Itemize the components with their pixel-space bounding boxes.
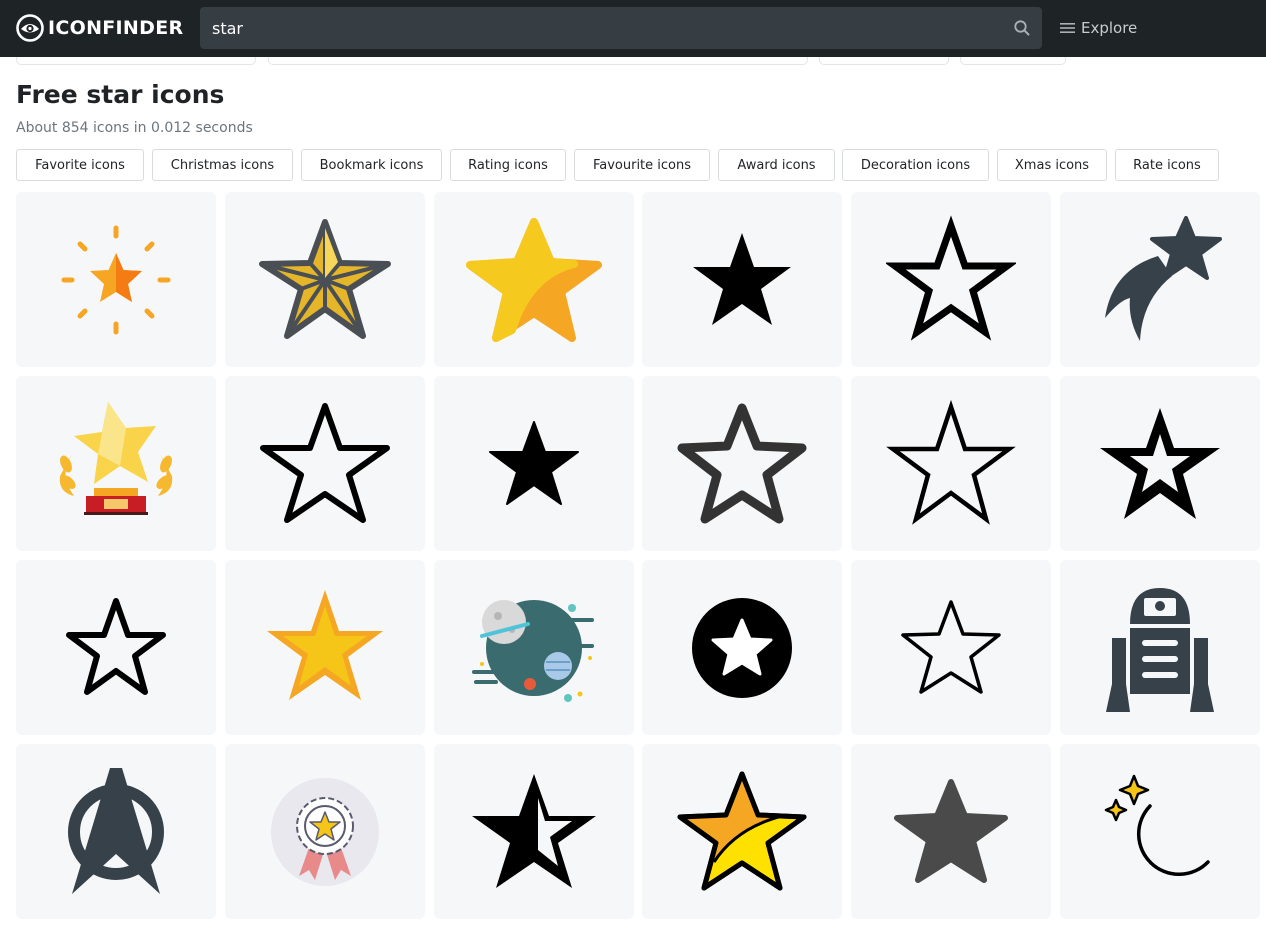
moon-and-stars-icon: [1104, 774, 1210, 876]
collapsed-filter-tab: [960, 57, 1066, 65]
icon-tile[interactable]: [642, 744, 842, 919]
icon-tile[interactable]: [642, 192, 842, 367]
double-outline-star-icon: [1100, 407, 1220, 519]
space-planets-icon: [472, 599, 594, 702]
icon-tile[interactable]: [1060, 192, 1260, 367]
icon-tile[interactable]: [225, 560, 425, 735]
tag-favorite-icons[interactable]: Favorite icons: [16, 149, 144, 181]
search-input[interactable]: [200, 7, 990, 49]
glossy-yellow-star-icon: [466, 217, 602, 342]
tag-rate-icons[interactable]: Rate icons: [1115, 149, 1219, 181]
iconfinder-logo[interactable]: ICONFINDER: [16, 13, 183, 43]
search-icon[interactable]: [1012, 18, 1032, 38]
tag-favourite-icons[interactable]: Favourite icons: [574, 149, 710, 181]
icon-tile[interactable]: [434, 192, 634, 367]
explore-label: Explore: [1081, 19, 1138, 37]
robot-droid-icon: [1106, 587, 1214, 712]
outline-star-icon: [886, 214, 1016, 341]
tag-xmas-icons[interactable]: Xmas icons: [997, 149, 1107, 181]
explore-menu-button[interactable]: Explore: [1060, 17, 1137, 39]
icon-tile[interactable]: [16, 376, 216, 551]
outline-star-icon: [886, 399, 1016, 525]
thin-outline-star-icon: [901, 599, 1001, 694]
icon-tile[interactable]: [851, 560, 1051, 735]
collapsed-filter-tab: [819, 57, 949, 65]
icon-tile[interactable]: [16, 560, 216, 735]
icon-tile[interactable]: [16, 744, 216, 919]
icon-tile[interactable]: [851, 376, 1051, 551]
tag-decoration-icons[interactable]: Decoration icons: [842, 149, 989, 181]
starfleet-badge-icon: [68, 767, 164, 894]
rounded-outline-star-icon: [677, 403, 807, 523]
gold-star-icon: [267, 589, 383, 700]
star-in-circle-icon: [692, 597, 792, 698]
tag-bookmark-icons[interactable]: Bookmark icons: [301, 149, 442, 181]
top-navigation-bar: ICONFINDER Explore: [0, 0, 1266, 57]
tag-christmas-icons[interactable]: Christmas icons: [152, 149, 293, 181]
icon-tile[interactable]: [434, 376, 634, 551]
sparkling-star-icon: [61, 225, 171, 334]
icon-tile[interactable]: [1060, 376, 1260, 551]
icon-tile[interactable]: [434, 744, 634, 919]
half-star-icon: [472, 773, 596, 888]
icon-tile[interactable]: [434, 560, 634, 735]
icon-tile[interactable]: [16, 192, 216, 367]
tag-rating-icons[interactable]: Rating icons: [450, 149, 566, 181]
icon-tile[interactable]: [1060, 744, 1260, 919]
icon-tile[interactable]: [851, 192, 1051, 367]
award-rosette-icon: [271, 777, 379, 886]
tag-award-icons[interactable]: Award icons: [718, 149, 835, 181]
result-count: About 854 icons in 0.012 seconds: [16, 120, 253, 136]
icon-tile[interactable]: [642, 376, 842, 551]
collapsed-filter-tab: [268, 57, 808, 65]
icon-tile[interactable]: [225, 376, 425, 551]
icon-tile[interactable]: [225, 192, 425, 367]
shooting-star-icon: [1105, 215, 1222, 341]
solid-black-star-icon: [693, 232, 791, 325]
outline-star-icon: [66, 597, 166, 695]
icon-tile[interactable]: [851, 744, 1051, 919]
hamburger-menu-icon: [1060, 23, 1075, 33]
eye-logo-icon: [16, 14, 44, 42]
collapsed-filter-tab: [16, 57, 256, 65]
icon-tile[interactable]: [1060, 560, 1260, 735]
thin-outline-star-icon: [260, 402, 390, 523]
faceted-star-icon: [259, 218, 391, 339]
page-title: Free star icons: [16, 80, 225, 109]
logo-text: ICONFINDER: [48, 17, 184, 39]
icon-tile[interactable]: [642, 560, 842, 735]
star-trophy-icon: [59, 401, 173, 515]
search-bar: [200, 7, 1042, 49]
small-solid-star-icon: [489, 420, 579, 505]
cartoon-star-icon: [677, 771, 807, 890]
rounded-gray-star-icon: [894, 778, 1008, 883]
icon-tile[interactable]: [225, 744, 425, 919]
